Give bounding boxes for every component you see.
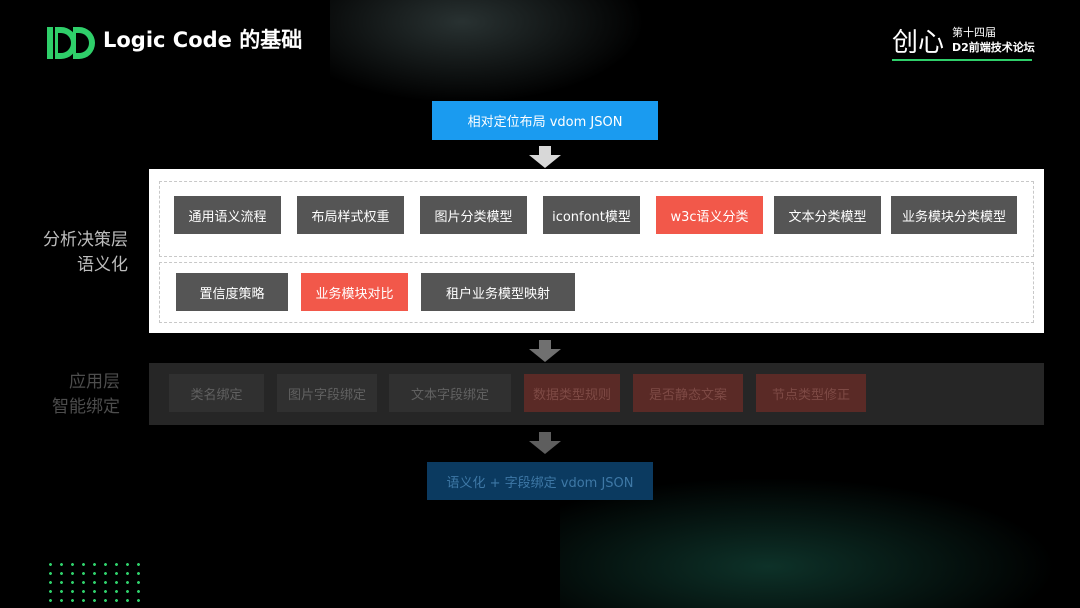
model-chip: 文本分类模型 — [774, 196, 881, 234]
analysis-layer-title: 分析决策层 — [43, 230, 128, 250]
binding-chip-highlighted: 节点类型修正 — [756, 374, 866, 412]
application-layer-subtitle: 智能绑定 — [52, 397, 120, 417]
strategy-chip: 置信度策略 — [176, 273, 288, 311]
binding-chip-highlighted: 数据类型规则 — [524, 374, 620, 412]
input-vdom-json-box: 相对定位布局 vdom JSON — [432, 101, 658, 140]
model-chip: 布局样式权重 — [297, 196, 404, 234]
model-chip: iconfont模型 — [543, 196, 640, 234]
brand-underline — [892, 59, 1032, 61]
application-layer-title: 应用层 — [69, 372, 120, 392]
model-chip: 图片分类模型 — [420, 196, 527, 234]
conference-brand: 创心 第十四届 D2前端技术论坛 — [892, 24, 1042, 64]
analysis-model-group: 通用语义流程 布局样式权重 图片分类模型 iconfont模型 w3c语义分类 … — [159, 181, 1034, 257]
brand-edition: 第十四届 — [952, 26, 996, 39]
binding-chip: 文本字段绑定 — [389, 374, 511, 412]
binding-chip-highlighted: 是否静态文案 — [633, 374, 743, 412]
dot-grid-decoration — [45, 560, 140, 605]
arrow-down-icon — [529, 340, 561, 362]
application-layer-panel: 类名绑定 图片字段绑定 文本字段绑定 数据类型规则 是否静态文案 节点类型修正 — [149, 363, 1044, 425]
binding-chip: 类名绑定 — [169, 374, 264, 412]
arrow-down-icon — [529, 432, 561, 454]
particle-cloud-decoration-top — [330, 0, 660, 110]
brand-forum-name: D2前端技术论坛 — [952, 41, 1035, 54]
d2-logo-icon — [47, 27, 95, 59]
strategy-chip-highlighted: 业务模块对比 — [301, 273, 408, 311]
analysis-strategy-group: 置信度策略 业务模块对比 租户业务模型映射 — [159, 262, 1034, 323]
page-title: Logic Code 的基础 — [103, 28, 303, 52]
model-chip: 业务模块分类模型 — [891, 196, 1017, 234]
analysis-layer-panel: 通用语义流程 布局样式权重 图片分类模型 iconfont模型 w3c语义分类 … — [149, 169, 1044, 333]
analysis-layer-label: 分析决策层 语义化 — [43, 228, 128, 278]
strategy-chip: 租户业务模型映射 — [421, 273, 575, 311]
binding-chip: 图片字段绑定 — [277, 374, 377, 412]
model-chip: 通用语义流程 — [174, 196, 281, 234]
model-chip-highlighted: w3c语义分类 — [656, 196, 763, 234]
brand-mark-icon: 创心 — [892, 28, 944, 58]
output-vdom-json-box: 语义化 + 字段绑定 vdom JSON — [427, 462, 653, 500]
brand-mark: 创心 — [892, 24, 948, 60]
analysis-layer-subtitle: 语义化 — [77, 255, 128, 275]
arrow-down-icon — [529, 146, 561, 168]
brand-mark-text: 创心 — [892, 28, 944, 58]
application-layer-label: 应用层 智能绑定 — [52, 370, 120, 420]
